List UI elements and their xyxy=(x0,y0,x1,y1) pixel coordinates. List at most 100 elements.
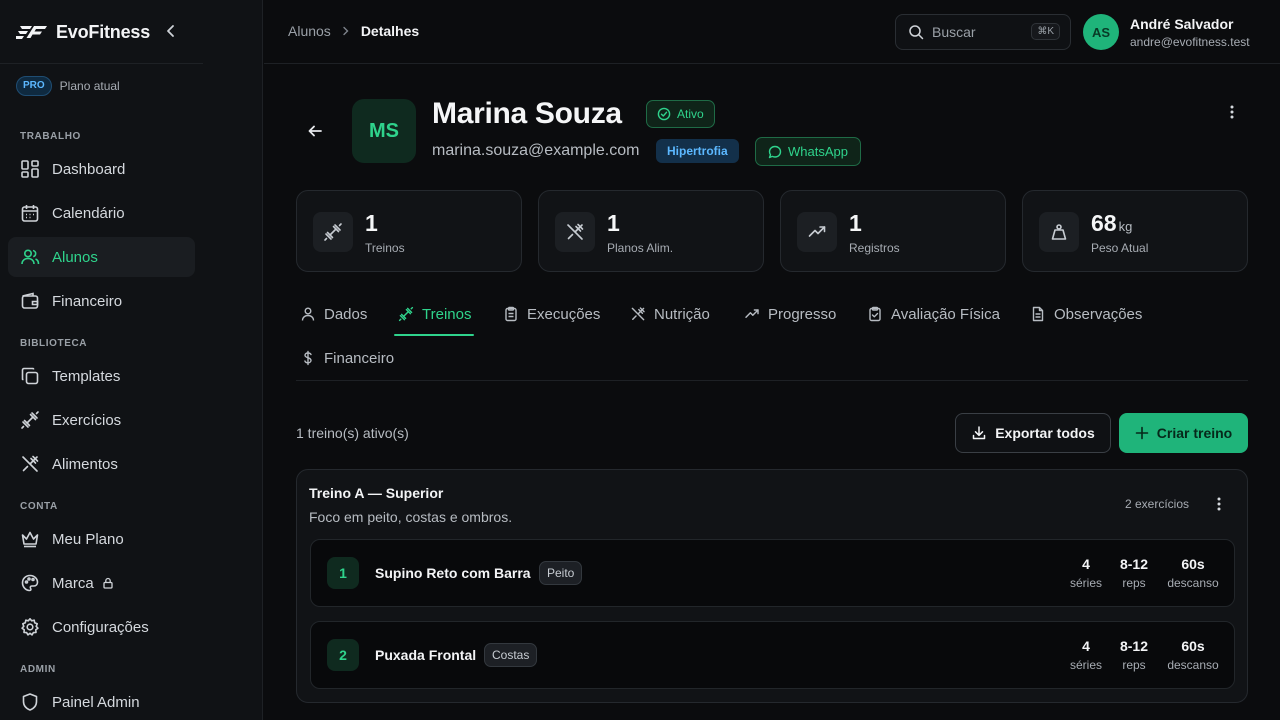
clipboard-check-icon xyxy=(867,306,883,322)
wallet-icon xyxy=(20,291,40,311)
plan-badge: PRO xyxy=(16,76,52,96)
copy-icon xyxy=(20,366,40,386)
sidebar-item-students[interactable]: Alunos xyxy=(8,237,195,277)
stat-card-weight: 68 kg Peso Atual xyxy=(1022,190,1248,272)
create-workout-button[interactable]: Criar treino xyxy=(1119,413,1248,453)
stat-label: Treinos xyxy=(365,241,405,255)
student-menu-icon[interactable] xyxy=(1224,104,1240,120)
exercise-name: Supino Reto com Barra xyxy=(375,565,531,581)
tab-progress[interactable]: Progresso xyxy=(744,300,836,328)
sidebar-item-label: Painel Admin xyxy=(52,693,140,711)
utensils-icon xyxy=(555,212,595,252)
export-all-button[interactable]: Exportar todos xyxy=(955,413,1111,453)
stat-label: Registros xyxy=(849,241,900,255)
whatsapp-button[interactable]: WhatsApp xyxy=(755,137,861,166)
search-input[interactable] xyxy=(932,24,1022,40)
sets-metric: 4 séries xyxy=(1069,556,1102,590)
exercise-row[interactable]: 2 Puxada Frontal Costas 4 séries 8-12 re… xyxy=(310,621,1235,689)
utensils-icon xyxy=(630,306,646,322)
workout-title: Treino A — Superior xyxy=(309,485,444,501)
active-workouts-count: 1 treino(s) ativo(s) xyxy=(296,425,409,441)
shield-icon xyxy=(20,692,40,712)
goal-badge: Hipertrofia xyxy=(656,139,739,163)
tab-physical-assessment[interactable]: Avaliação Física xyxy=(867,300,1000,328)
breadcrumb-details: Detalhes xyxy=(360,23,420,39)
stat-card-records: 1 Registros xyxy=(780,190,1006,272)
users-icon xyxy=(20,247,40,267)
reps-metric: 8-12 reps xyxy=(1119,556,1149,590)
sidebar-item-settings[interactable]: Configurações xyxy=(8,607,195,647)
tabs-divider xyxy=(296,380,1248,381)
student-email: marina.souza@example.com xyxy=(432,142,640,159)
palette-icon xyxy=(20,573,40,593)
stat-label: Planos Alim. xyxy=(607,241,674,255)
sidebar-divider xyxy=(0,63,203,64)
collapse-sidebar-icon[interactable] xyxy=(164,24,178,38)
chevron-right-icon xyxy=(341,26,351,36)
weight-icon xyxy=(1039,212,1079,252)
dumbbell-icon xyxy=(20,410,40,430)
sets-metric: 4 séries xyxy=(1069,638,1102,672)
breadcrumb-students[interactable]: Alunos xyxy=(288,23,331,39)
trending-up-icon xyxy=(797,212,837,252)
topbar: Alunos Detalhes ⌘K AS André Salvador and… xyxy=(264,0,1280,64)
tab-observations[interactable]: Observações xyxy=(1030,300,1142,328)
sidebar-item-calendar[interactable]: Calendário xyxy=(8,193,195,233)
file-text-icon xyxy=(1030,306,1046,322)
sidebar-item-templates[interactable]: Templates xyxy=(8,356,195,396)
crown-icon xyxy=(20,529,40,549)
back-arrow-icon[interactable] xyxy=(304,120,326,142)
exercise-number: 2 xyxy=(327,639,359,671)
rest-metric: 60s descanso xyxy=(1167,638,1219,672)
sidebar-item-label: Financeiro xyxy=(52,292,123,310)
section-title-account: CONTA xyxy=(20,501,58,512)
plus-icon xyxy=(1135,426,1149,440)
sidebar-item-label: Configurações xyxy=(52,618,149,636)
sidebar-item-label: Alunos xyxy=(52,248,98,266)
student-avatar: MS xyxy=(352,99,416,163)
brand[interactable]: EvoFitness xyxy=(16,20,150,44)
dashboard-icon xyxy=(20,159,40,179)
user-avatar[interactable]: AS xyxy=(1083,14,1119,50)
sidebar-item-admin-panel[interactable]: Painel Admin xyxy=(8,682,195,720)
sidebar-item-label: Exercícios xyxy=(52,411,122,429)
tab-executions[interactable]: Execuções xyxy=(503,300,600,328)
trending-up-icon xyxy=(744,306,760,322)
sidebar-item-brand[interactable]: Marca xyxy=(8,563,195,603)
sidebar-item-label: Calendário xyxy=(52,204,125,222)
stat-value: 68 kg xyxy=(1091,210,1133,236)
chat-bubble-icon xyxy=(768,145,782,159)
workout-description: Foco em peito, costas e ombros. xyxy=(309,509,513,525)
current-plan[interactable]: PRO Plano atual xyxy=(16,76,120,96)
sidebar-item-dashboard[interactable]: Dashboard xyxy=(8,149,195,189)
utensils-icon xyxy=(20,454,40,474)
sidebar-item-my-plan[interactable]: Meu Plano xyxy=(8,519,195,559)
sidebar-item-finance[interactable]: Financeiro xyxy=(8,281,195,321)
user-icon xyxy=(300,306,316,322)
search-shortcut: ⌘K xyxy=(1031,23,1060,40)
stat-card-workouts: 1 Treinos xyxy=(296,190,522,272)
tab-data[interactable]: Dados xyxy=(300,300,367,328)
section-title-admin: ADMIN xyxy=(20,664,56,675)
tab-finance[interactable]: Financeiro xyxy=(300,344,394,372)
exercise-row[interactable]: 1 Supino Reto com Barra Peito 4 séries 8… xyxy=(310,539,1235,607)
user-name: André Salvador xyxy=(1130,16,1234,32)
user-email: andre@evofitness.test xyxy=(1130,35,1250,49)
sidebar-item-label: Templates xyxy=(52,367,121,385)
sidebar-item-label: Meu Plano xyxy=(52,530,124,548)
status-text: Ativo xyxy=(677,107,704,121)
sidebar-item-foods[interactable]: Alimentos xyxy=(8,444,195,484)
sidebar-item-exercises[interactable]: Exercícios xyxy=(8,400,195,440)
tab-nutrition[interactable]: Nutrição xyxy=(630,300,710,328)
active-tab-indicator xyxy=(394,334,474,336)
workout-menu-icon[interactable] xyxy=(1212,496,1226,512)
stat-value: 1 xyxy=(365,210,378,236)
whatsapp-label: WhatsApp xyxy=(788,144,848,159)
tab-workouts[interactable]: Treinos xyxy=(398,300,471,328)
reps-metric: 8-12 reps xyxy=(1119,638,1149,672)
search-box[interactable]: ⌘K xyxy=(895,14,1071,50)
stat-card-meal-plans: 1 Planos Alim. xyxy=(538,190,764,272)
exercise-number: 1 xyxy=(327,557,359,589)
dumbbell-icon xyxy=(313,212,353,252)
sidebar-item-label: Marca xyxy=(52,574,94,592)
